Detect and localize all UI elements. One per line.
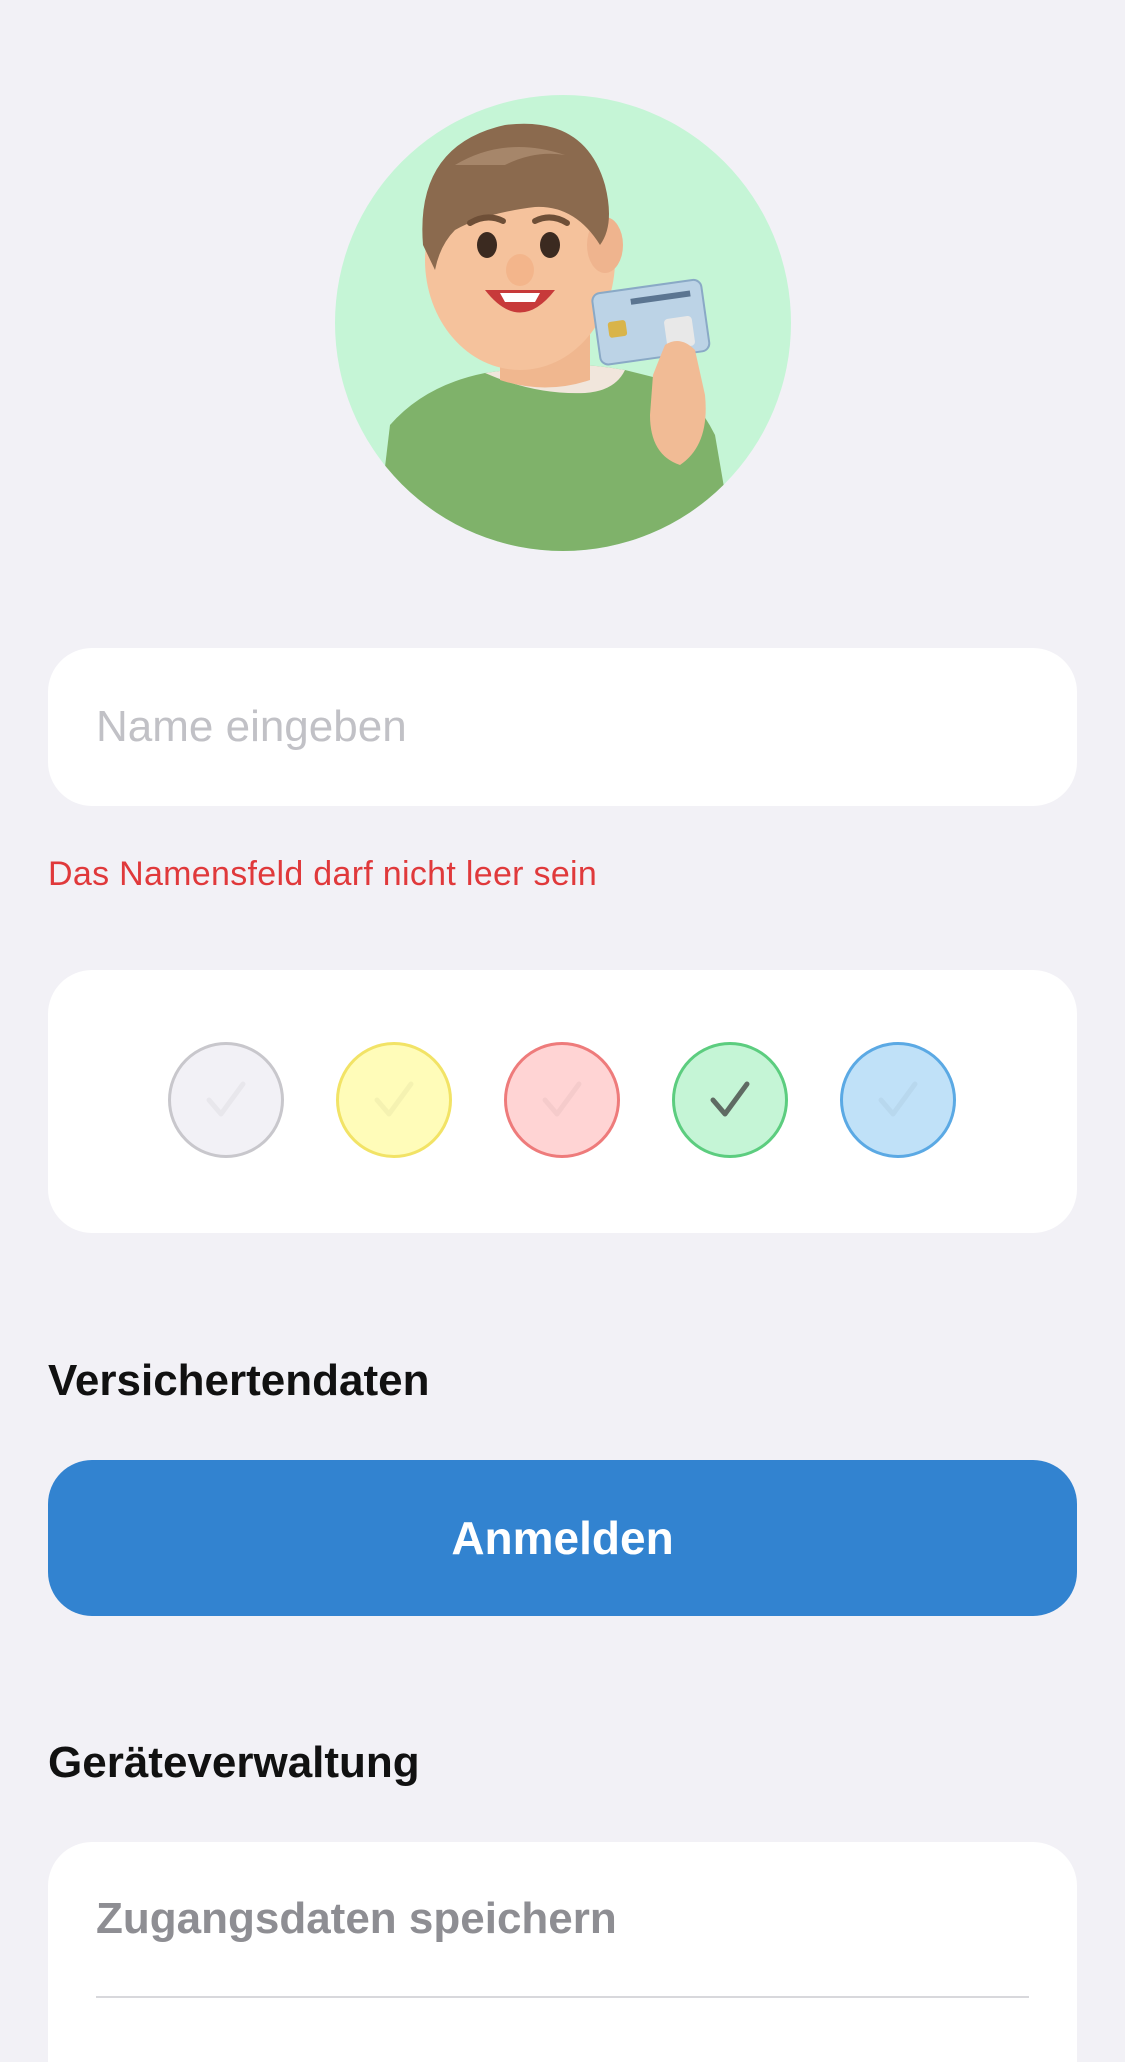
- checkmark-icon: [710, 1081, 750, 1117]
- checkmark-icon: [374, 1081, 414, 1117]
- login-button[interactable]: Anmelden: [48, 1460, 1077, 1616]
- color-swatch-blue[interactable]: [840, 1042, 956, 1158]
- checkmark-icon: [206, 1081, 246, 1117]
- save-credentials-label: Zugangsdaten speichern: [96, 1894, 617, 1943]
- color-swatch-gray[interactable]: [168, 1042, 284, 1158]
- color-swatch-green[interactable]: [672, 1042, 788, 1158]
- name-input[interactable]: [96, 648, 1026, 806]
- device-settings-card: Zugangsdaten speichern: [48, 1842, 1077, 2062]
- color-swatch-red[interactable]: [504, 1042, 620, 1158]
- color-picker-card: [48, 970, 1077, 1233]
- profile-avatar[interactable]: [335, 95, 791, 551]
- avatar-illustration: [375, 123, 735, 551]
- checkmark-icon: [878, 1081, 918, 1117]
- name-error-message: Das Namensfeld darf nicht leer sein: [48, 855, 598, 893]
- name-card: [48, 648, 1077, 806]
- checkmark-icon: [542, 1081, 582, 1117]
- insurance-section-title: Versichertendaten: [48, 1356, 430, 1405]
- color-swatch-yellow[interactable]: [336, 1042, 452, 1158]
- save-credentials-row[interactable]: Zugangsdaten speichern: [96, 1842, 1029, 1998]
- device-section-title: Geräteverwaltung: [48, 1738, 420, 1787]
